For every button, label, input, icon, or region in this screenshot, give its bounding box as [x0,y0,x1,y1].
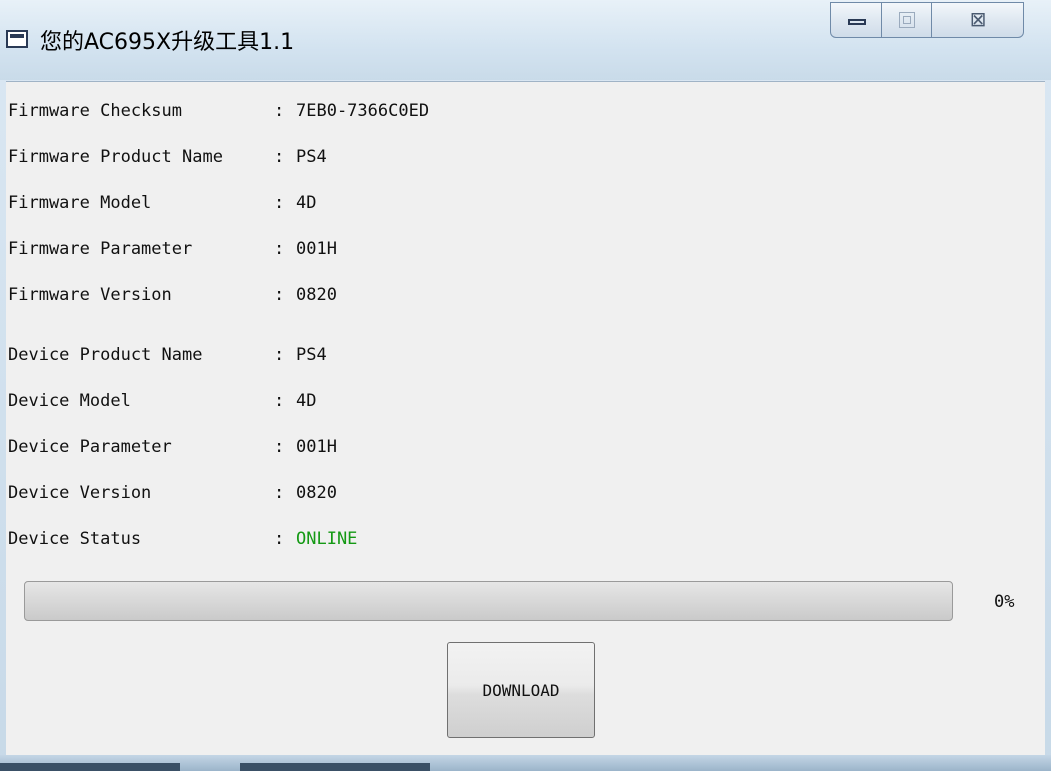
info-separator: : [274,345,285,365]
app-window: 您的AC695X升级工具1.1 ⊠ Firmware Checksum:7EB0… [0,0,1051,771]
info-label: Firmware Version [8,285,172,305]
info-row-firmware-model: Firmware Model:4D [8,192,316,214]
info-label: Firmware Model [8,193,152,213]
close-button[interactable]: ⊠ [932,2,1024,38]
info-separator: : [274,239,285,259]
info-separator: : [274,193,285,213]
info-label: Device Status [8,529,142,549]
info-label: Device Version [8,483,152,503]
maximize-icon [899,12,915,28]
window-title: 您的AC695X升级工具1.1 [40,30,295,55]
info-label: Device Parameter [8,437,172,457]
info-label: Firmware Checksum [8,101,182,121]
info-value: 7EB0-7366C0ED [296,101,430,121]
info-separator: : [274,391,285,411]
close-icon: ⊠ [969,7,987,31]
info-row-device-status: Device Status: ONLINE [8,528,357,550]
info-row-firmware-product-name: Firmware Product Name: PS4 [8,146,327,168]
app-window-icon [6,30,28,48]
info-value: 4D [296,391,317,411]
download-button[interactable]: DOWNLOAD [447,642,595,738]
minimize-button[interactable] [830,2,882,38]
info-separator: : [274,285,285,305]
info-row-device-product-name: Device Product Name: PS4 [8,344,327,366]
window-bottom-edge [0,755,1051,771]
client-area: Firmware Checksum:7EB0-7366C0ED Firmware… [6,81,1045,756]
info-row-device-parameter: Device Parameter:001H [8,436,337,458]
info-label: Firmware Product Name [8,147,223,167]
info-value: 0820 [296,285,337,305]
window-controls: ⊠ [830,2,1024,38]
info-label: Device Product Name [8,345,203,365]
info-separator: : [274,437,285,457]
info-separator: : [274,101,285,121]
info-row-device-model: Device Model:4D [8,390,316,412]
maximize-button[interactable] [882,2,932,38]
title-bar[interactable]: 您的AC695X升级工具1.1 ⊠ [0,0,1051,80]
info-value: 4D [296,193,317,213]
progress-percent: 0% [994,592,1015,612]
device-status-value: ONLINE [296,529,358,549]
taskbar-segment [240,763,430,771]
info-row-firmware-version: Firmware Version:0820 [8,284,337,306]
info-value: PS4 [296,147,327,167]
info-value: PS4 [296,345,327,365]
info-label: Firmware Parameter [8,239,193,259]
minimize-icon [848,19,866,25]
download-progress-bar [24,581,953,621]
info-separator: : [274,483,285,503]
info-label: Device Model [8,391,131,411]
info-value: 0820 [296,483,337,503]
info-value: 001H [296,239,337,259]
info-separator: : [274,529,285,549]
info-row-device-version: Device Version:0820 [8,482,337,504]
info-row-firmware-checksum: Firmware Checksum:7EB0-7366C0ED [8,100,429,122]
info-separator: : [274,147,285,167]
info-row-firmware-parameter: Firmware Parameter:001H [8,238,337,260]
info-value: 001H [296,437,337,457]
taskbar-segment [0,763,180,771]
